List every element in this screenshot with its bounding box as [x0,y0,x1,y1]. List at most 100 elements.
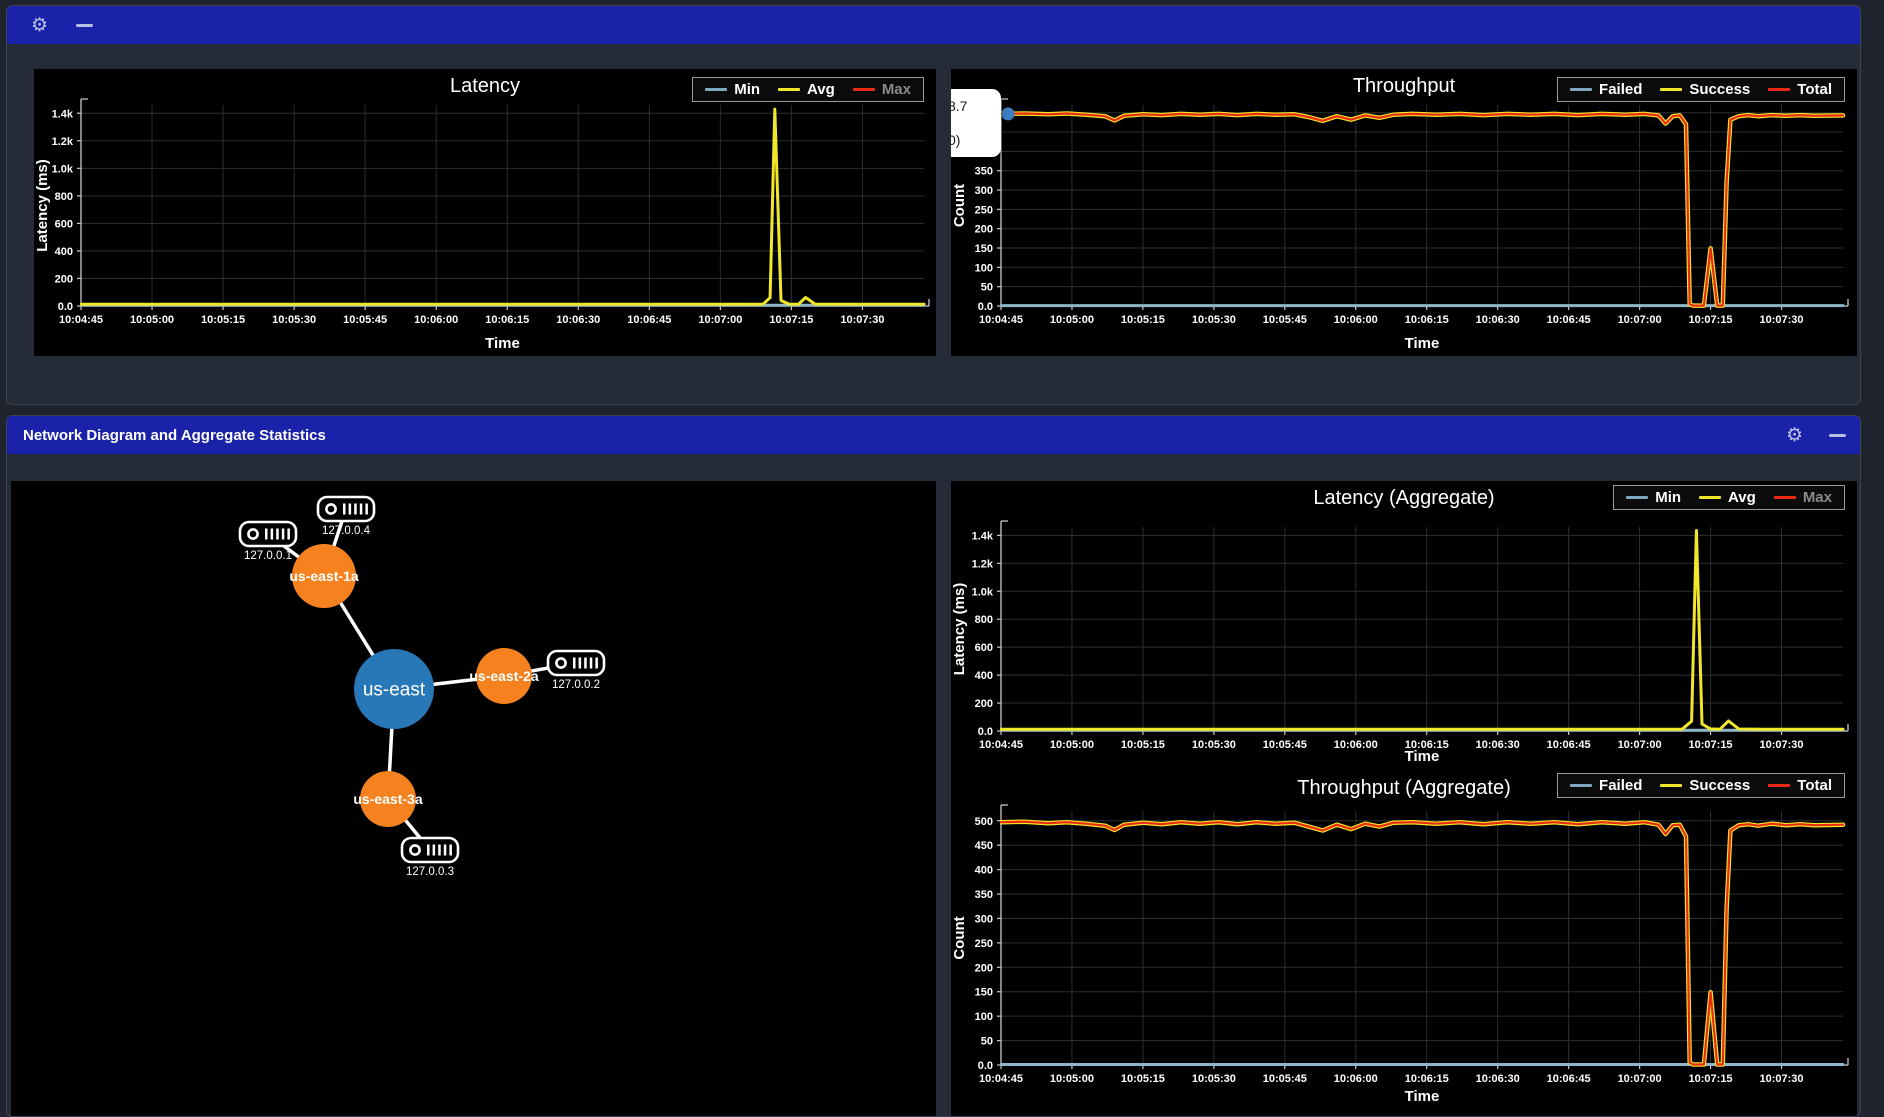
legend-label: Avg [807,81,835,98]
svg-text:Time: Time [1405,1088,1440,1105]
legend-item-failed[interactable]: Failed [1570,777,1642,794]
svg-text:10:06:00: 10:06:00 [1334,1073,1378,1085]
throughput-plot[interactable]: 0.05010015020025030035040045050010:04:45… [951,69,1857,356]
legend-swatch [1660,88,1682,92]
svg-text:10:05:15: 10:05:15 [201,314,245,326]
node-label: us-east-2a [469,668,538,684]
svg-text:10:07:30: 10:07:30 [840,314,884,326]
legend-item-failed[interactable]: Failed [1570,81,1642,98]
svg-text:200: 200 [55,273,73,285]
minimize-icon[interactable] [76,24,93,27]
svg-text:10:04:45: 10:04:45 [59,314,103,326]
svg-text:10:05:45: 10:05:45 [343,314,387,326]
legend-item-min[interactable]: Min [705,81,760,98]
network-node-127-0-0-1[interactable]: 127.0.0.1 [240,522,296,562]
legend-item-avg[interactable]: Avg [778,81,835,98]
network-diagram[interactable]: us-east us-east-1a us-east-2a us-east-3a 127… [11,481,936,1117]
gear-icon[interactable]: ⚙ [31,16,48,35]
svg-text:Time: Time [1405,748,1440,765]
svg-text:10:06:15: 10:06:15 [1405,314,1449,326]
throughput-legend: Failed Success Total [1557,77,1845,102]
svg-text:200: 200 [975,962,993,974]
svg-text:150: 150 [975,987,993,999]
svg-text:10:06:30: 10:06:30 [1476,739,1520,751]
svg-text:10:05:30: 10:05:30 [272,314,316,326]
legend-swatch [1768,88,1790,92]
legend-swatch [853,88,875,92]
network-node-127-0-0-4[interactable]: 127.0.0.4 [318,497,374,537]
svg-text:1.4k: 1.4k [52,108,74,120]
svg-text:10:06:45: 10:06:45 [1547,1073,1591,1085]
svg-text:Latency (ms): Latency (ms) [951,583,968,676]
network-node-us-east-1a[interactable]: us-east-1a [289,544,358,608]
network-node-us-east-2a[interactable]: us-east-2a [469,648,538,704]
network-node-us-east[interactable]: us-east [354,649,434,729]
legend-item-success[interactable]: Success [1660,81,1750,98]
legend-item-success[interactable]: Success [1660,777,1750,794]
gear-icon[interactable]: ⚙ [1786,426,1803,445]
node-label: us-east-1a [289,568,358,584]
legend-label: Max [1803,489,1832,506]
svg-text:10:05:00: 10:05:00 [130,314,174,326]
legend-swatch [1774,496,1796,500]
series-avg [1001,531,1843,730]
svg-text:10:07:30: 10:07:30 [1759,739,1803,751]
svg-text:10:06:00: 10:06:00 [1334,314,1378,326]
legend-swatch [1660,784,1682,788]
legend-label: Total [1797,81,1832,98]
network-node-127-0-0-3[interactable]: 127.0.0.3 [402,838,458,878]
panel-bottom-body: us-east us-east-1a us-east-2a us-east-3a 127… [7,454,1860,1117]
svg-text:200: 200 [975,224,993,236]
legend-label: Success [1689,777,1750,794]
throughput-aggregate-legend: Failed Success Total [1557,773,1845,798]
tooltip-line: 0) [951,132,1001,148]
svg-text:1.2k: 1.2k [972,558,994,570]
minimize-icon[interactable] [1829,434,1846,437]
svg-text:Count: Count [951,184,968,227]
svg-text:1.0k: 1.0k [972,586,994,598]
svg-text:50: 50 [981,282,993,294]
host-label: 127.0.0.4 [322,525,371,537]
svg-text:50: 50 [981,1036,993,1048]
host-label: 127.0.0.2 [552,679,600,691]
svg-text:400: 400 [55,246,73,258]
svg-text:10:06:00: 10:06:00 [1334,739,1378,751]
network-node-us-east-3a[interactable]: us-east-3a [353,771,422,827]
svg-text:10:07:15: 10:07:15 [769,314,813,326]
svg-text:10:05:30: 10:05:30 [1192,1073,1236,1085]
svg-text:0.0: 0.0 [978,726,993,738]
svg-text:10:07:30: 10:07:30 [1759,1073,1803,1085]
throughput-aggregate-plot[interactable]: 0.05010015020025030035040045050010:04:45… [951,769,1857,1109]
hover-point-dot [1002,107,1015,120]
svg-text:450: 450 [975,840,993,852]
svg-text:1.2k: 1.2k [52,136,74,148]
legend-item-avg[interactable]: Avg [1699,489,1756,506]
svg-text:300: 300 [975,913,993,925]
svg-text:Time: Time [1405,335,1440,352]
svg-text:350: 350 [975,166,993,178]
legend-item-total[interactable]: Total [1768,777,1832,794]
legend-item-total[interactable]: Total [1768,81,1832,98]
svg-text:600: 600 [975,642,993,654]
legend-label: Total [1797,777,1832,794]
network-node-127-0-0-2[interactable]: 127.0.0.2 [548,651,604,691]
svg-text:Latency (ms): Latency (ms) [34,159,51,252]
latency-aggregate-plot[interactable]: 0.02004006008001.0k1.2k1.4k10:04:4510:05… [951,481,1857,769]
svg-text:10:05:30: 10:05:30 [1192,314,1236,326]
svg-text:10:06:30: 10:06:30 [1476,1073,1520,1085]
svg-text:250: 250 [975,938,993,950]
latency-plot[interactable]: 0.02004006008001.0k1.2k1.4k10:04:4510:05… [34,69,936,356]
legend-item-max[interactable]: Max [853,81,911,98]
latency-chart-card: Latency MinAvgMax 0.02004006008001.0k1.2… [34,69,936,356]
legend-swatch [1768,784,1790,788]
svg-text:600: 600 [55,218,73,230]
svg-text:10:05:45: 10:05:45 [1263,1073,1307,1085]
legend-item-min[interactable]: Min [1626,489,1681,506]
svg-text:10:07:15: 10:07:15 [1689,1073,1733,1085]
legend-item-max[interactable]: Max [1774,489,1832,506]
svg-text:Count: Count [951,916,968,959]
legend-label: Min [734,81,760,98]
latency_aggregate-svg: 0.02004006008001.0k1.2k1.4k10:04:4510:05… [951,481,1857,769]
legend-label: Avg [1728,489,1756,506]
svg-text:10:07:15: 10:07:15 [1689,314,1733,326]
